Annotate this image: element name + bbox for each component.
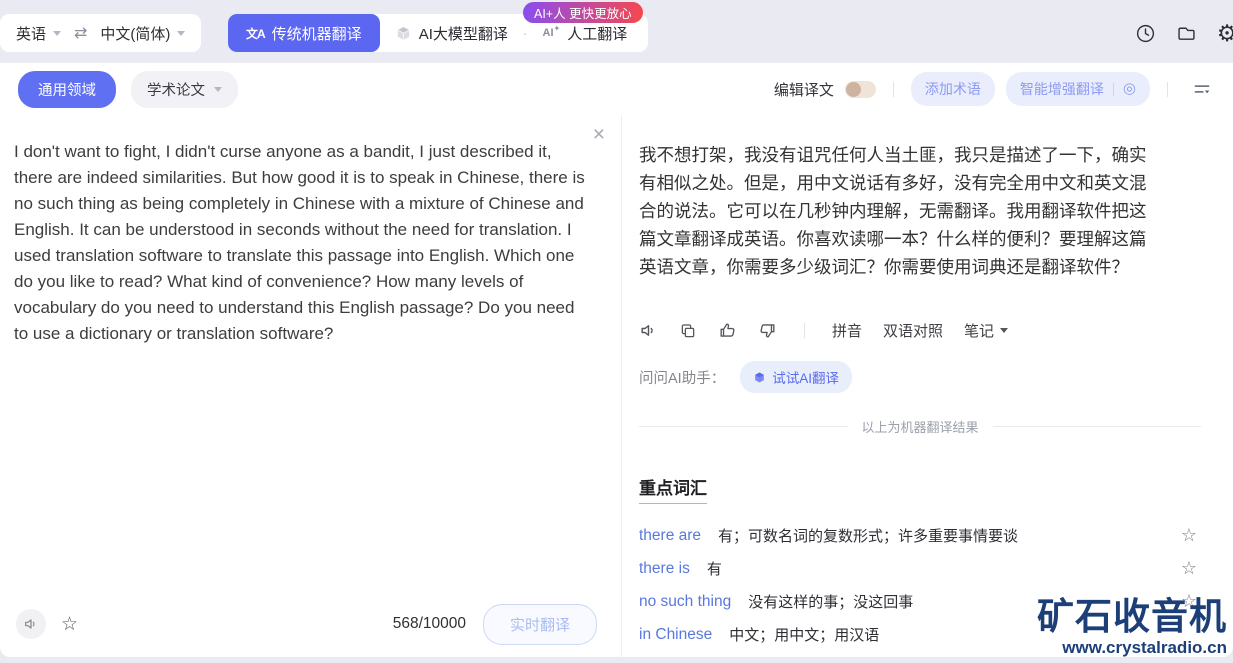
source-language-label: 英语 [16,25,47,43]
notes-label: 笔记 [964,323,995,340]
ai-assistant-label: 问问AI助手： [639,370,726,387]
folder-icon[interactable] [1174,21,1198,45]
ai-sparkle-icon: AI✦ [542,24,561,39]
vocab-word-link[interactable]: there is [639,560,690,578]
star-icon[interactable]: ☆ [1181,525,1197,546]
vocab-word-link[interactable]: there are [639,527,701,545]
vocabulary-list: there are 有；可数名词的复数形式；许多重要事情要谈 ☆ there i… [639,519,1213,657]
cube-icon [395,25,412,42]
domain-academic-label: 学术论文 [147,82,205,99]
mt-result-divider: 以上为机器翻译结果 [639,417,1213,436]
source-text-area[interactable]: I don't want to fight, I didn't curse an… [14,139,587,347]
settings-gear-icon[interactable]: ⚙ [1215,21,1233,45]
promo-badge: AI+人 更快更放心 [523,2,643,23]
history-clock-icon[interactable] [1133,21,1157,45]
tab-label: 传统机器翻译 [271,25,362,43]
target-panel: 我不想打架，我没有诅咒任何人当土匪，我只是描述了一下，确实有相似之处。但是，用中… [623,115,1233,657]
vocab-row: there is 有 ☆ [639,552,1213,585]
vocab-row: in Chinese 中文；用中文；用汉语 [639,618,1213,651]
speaker-icon[interactable] [16,609,46,639]
ai-assistant-row: 问问AI助手： 试试AI翻译 [639,361,1213,393]
bilingual-compare-button[interactable]: 双语对照 [883,320,943,341]
tab-label: AI大模型翻译 [418,25,508,43]
notes-dropdown[interactable]: 笔记 [964,320,1009,341]
topbar: 英语 ⇄ 中文(简体) 文A 传统机器翻译 AI大模型翻译 · AI✦ 人工翻译… [0,0,1233,63]
try-ai-translate-button[interactable]: 试试AI翻译 [740,361,852,393]
language-selector: 英语 ⇄ 中文(简体) [0,14,202,52]
translator-card: 通用领域 学术论文 编辑译文 添加术语 智能增强翻译 ◎ I don't wan… [0,63,1233,657]
mt-result-note: 以上为机器翻译结果 [861,420,979,435]
star-icon[interactable]: ☆ [1181,591,1197,612]
vocab-word-link[interactable]: no such thing [639,593,731,611]
vocab-definition: 有；可数名词的复数形式；许多重要事情要谈 [718,528,1019,545]
divider [1167,81,1168,97]
vocab-definition: 没有这样的事；没这回事 [748,594,914,611]
translate-icon: 文A [246,26,266,41]
close-icon[interactable]: × [593,124,605,145]
divider-line [639,426,848,427]
tab-label: 人工翻译 [567,25,628,43]
vocab-word-link[interactable]: in Chinese [639,626,712,644]
thumbs-up-icon[interactable] [718,321,737,340]
divider [804,323,805,338]
tab-ai-llm[interactable]: AI大模型翻译 [380,14,523,52]
char-count: 568/10000 [392,615,466,632]
vocab-definition: 中文；用中文；用汉语 [729,627,880,644]
chevron-down-icon [1000,328,1009,333]
domain-academic-select[interactable]: 学术论文 [131,70,238,108]
copy-icon[interactable] [679,322,697,340]
list-options-icon[interactable] [1185,74,1219,104]
chevron-down-icon [214,86,222,92]
edit-translation-toggle[interactable] [844,80,876,98]
vocab-definition: 有 [706,561,722,578]
smart-enhance-label: 智能增强翻译 [1019,81,1104,97]
target-language-select[interactable]: 中文(简体) [100,23,186,44]
add-terms-button[interactable]: 添加术语 [910,72,995,106]
chevron-down-icon [53,30,62,36]
translation-result-text: 我不想打架，我没有诅咒任何人当土匪，我只是描述了一下，确实有相似之处。但是，用中… [639,145,1147,277]
topbar-actions: ⚙ [1133,21,1233,45]
speaker-icon[interactable] [639,321,658,340]
vocab-row: in seconds 以秒为单位；在很短的时间内 [639,651,1213,657]
divider [1112,82,1114,96]
divider-line [992,426,1202,427]
chevron-down-icon [177,30,186,36]
edit-translation-label: 编辑译文 [773,81,834,99]
key-vocabulary-title: 重点词汇 [639,474,707,504]
vocab-row: there are 有；可数名词的复数形式；许多重要事情要谈 ☆ [639,519,1213,552]
favorite-star-icon[interactable]: ☆ [61,613,78,636]
source-footer: ☆ 568/10000 实时翻译 [16,603,597,645]
divider [892,81,894,97]
smart-enhance-button[interactable]: 智能增强翻译 ◎ [1005,72,1150,106]
cube-icon [753,371,766,384]
try-ai-label: 试试AI翻译 [772,371,839,386]
realtime-translate-button[interactable]: 实时翻译 [482,603,597,645]
vocab-row: no such thing 没有这样的事；没这回事 ☆ [639,585,1213,618]
options-toolbar: 通用领域 学术论文 编辑译文 添加术语 智能增强翻译 ◎ [0,63,1233,115]
source-language-select[interactable]: 英语 [16,23,62,44]
swap-languages-icon[interactable]: ⇄ [74,23,87,43]
source-panel: I don't want to fight, I didn't curse an… [0,115,622,657]
domain-general-pill[interactable]: 通用领域 [18,70,116,108]
result-action-row: 拼音 双语对照 笔记 [639,320,1213,341]
target-language-label: 中文(简体) [100,25,171,43]
pinyin-button[interactable]: 拼音 [832,320,862,341]
circle-dot-icon: ◎ [1122,80,1136,97]
tab-traditional-mt[interactable]: 文A 传统机器翻译 [228,14,380,52]
star-icon[interactable]: ☆ [1181,558,1197,579]
thumbs-down-icon[interactable] [758,321,777,340]
